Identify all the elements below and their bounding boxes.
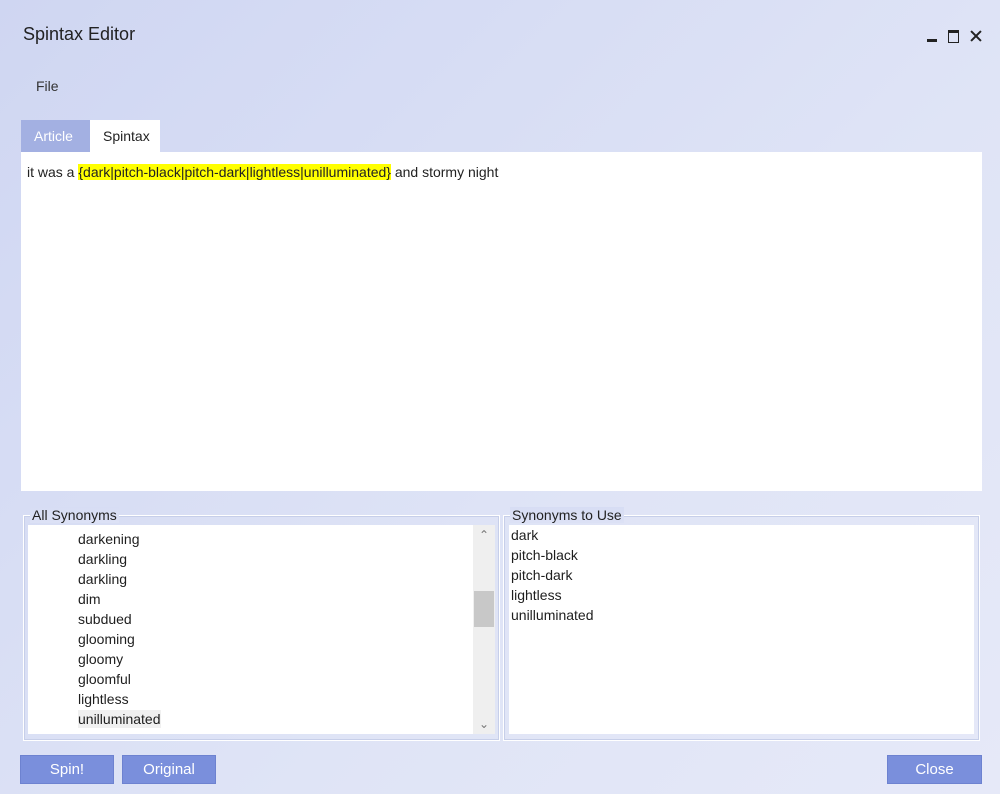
vertical-scrollbar[interactable]: ⌃ ⌄ <box>473 525 495 734</box>
all-synonyms-list[interactable]: darkening darkling darkling dim subdued … <box>28 525 495 734</box>
window-title: Spintax Editor <box>23 24 136 44</box>
all-synonyms-label: All Synonyms <box>30 507 119 523</box>
editor-text-after: and stormy night <box>390 164 499 180</box>
scroll-up-icon[interactable]: ⌃ <box>473 525 495 545</box>
spintax-editor[interactable]: it was a {dark|pitch-black|pitch-dark|li… <box>21 152 982 491</box>
tab-bar: Article Spintax <box>21 120 160 152</box>
maximize-icon[interactable] <box>946 28 962 44</box>
tab-article[interactable]: Article <box>21 120 90 152</box>
list-item[interactable]: subdued <box>78 609 495 629</box>
tab-spintax[interactable]: Spintax <box>90 120 160 152</box>
list-item[interactable]: lightless <box>511 585 974 605</box>
synonyms-to-use-list[interactable]: dark pitch-black pitch-dark lightless un… <box>509 525 974 734</box>
list-item[interactable]: glooming <box>78 629 495 649</box>
scroll-thumb[interactable] <box>474 591 494 627</box>
list-item[interactable]: lightless <box>78 689 495 709</box>
list-item[interactable]: dark <box>511 525 974 545</box>
list-item[interactable]: gloomful <box>78 669 495 689</box>
list-item[interactable]: darkling <box>78 549 495 569</box>
list-item[interactable]: gloomy <box>78 649 495 669</box>
list-item[interactable]: unilluminated <box>511 605 974 625</box>
synonyms-to-use-label: Synonyms to Use <box>510 507 624 523</box>
menu-file[interactable]: File <box>36 78 59 94</box>
original-button[interactable]: Original <box>122 755 216 784</box>
list-item[interactable]: dim <box>78 589 495 609</box>
list-item[interactable]: darkening <box>78 529 495 549</box>
scroll-down-icon[interactable]: ⌄ <box>473 714 495 734</box>
close-button[interactable]: Close <box>887 755 982 784</box>
window-controls <box>924 28 984 44</box>
editor-text-before: it was a <box>27 164 79 180</box>
spin-button[interactable]: Spin! <box>20 755 114 784</box>
minimize-icon[interactable] <box>924 28 940 44</box>
close-icon[interactable] <box>968 28 984 44</box>
list-item[interactable]: pitch-black <box>511 545 974 565</box>
list-item-selected[interactable]: unilluminated <box>78 709 495 729</box>
list-item[interactable]: darkling <box>78 569 495 589</box>
list-item[interactable]: pitch-dark <box>511 565 974 585</box>
spintax-highlight: {dark|pitch-black|pitch-dark|lightless|u… <box>78 164 391 180</box>
